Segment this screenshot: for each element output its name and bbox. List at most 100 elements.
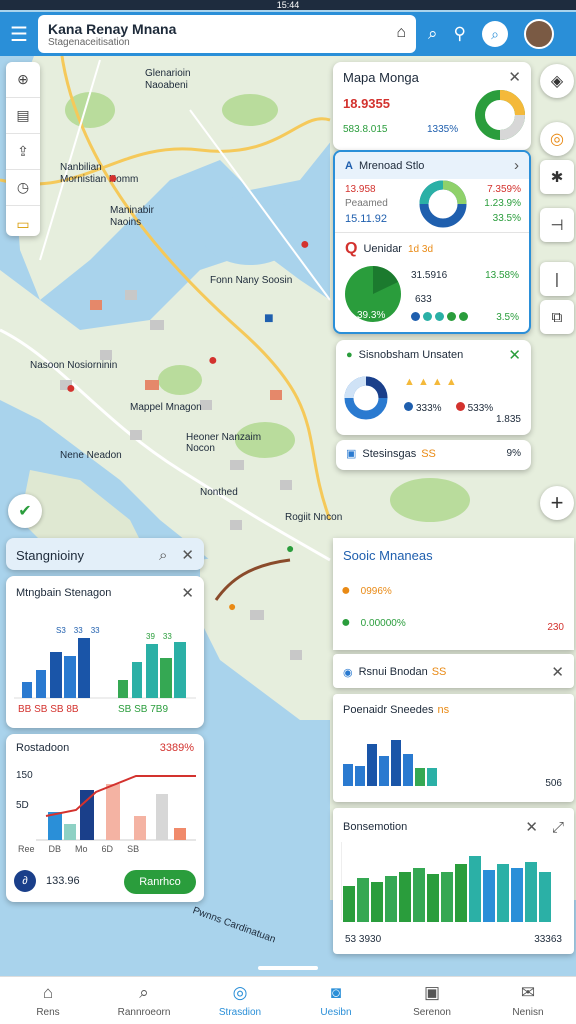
close-icon[interactable]: ✕ xyxy=(551,663,564,681)
summary-strip[interactable]: ▣ Stesinsgas SS 9% xyxy=(336,440,531,470)
pin-button[interactable]: ✱ xyxy=(540,160,574,194)
map-pin-icon[interactable]: ● xyxy=(300,236,310,254)
ruler-button[interactable]: | xyxy=(540,262,574,296)
bar-chart-card[interactable]: Bonsemotion ✕ ⤢ 53 3930 33363 xyxy=(333,808,574,954)
rating-icons: ▲ ▲ ▲ ▲ xyxy=(404,376,457,388)
chat-icon: ◎ xyxy=(232,983,248,1002)
stat-value: 13.58% xyxy=(485,270,519,281)
bar-chart xyxy=(343,740,437,786)
y-axis-label: 5D xyxy=(16,800,29,811)
close-icon[interactable]: ✕ xyxy=(525,818,538,836)
map-pin-icon[interactable]: ● xyxy=(228,598,236,614)
status-card[interactable]: ● Sisnobsham Unsaten ✕ ▲ ▲ ▲ ▲ 333% 533% … xyxy=(336,340,531,435)
nav-item-search[interactable]: ⌕ Rannroeorn xyxy=(96,983,192,1018)
info-icon: Q xyxy=(345,240,358,257)
expand-button[interactable]: ⊣ xyxy=(540,208,574,242)
action-button[interactable]: Ranrhco xyxy=(124,870,196,894)
share-icon: ⧉ xyxy=(551,308,563,326)
map-pin-icon[interactable]: ● xyxy=(286,540,294,556)
card-title: Rostadoon xyxy=(16,742,70,754)
amount-value: 133.96 xyxy=(46,875,80,887)
avatar[interactable] xyxy=(523,19,554,49)
nav-item-camera[interactable]: ◙ Uesibn xyxy=(288,983,384,1018)
search-icon[interactable]: ⌕ xyxy=(159,547,167,564)
map-label: Fonn Nany Soosin xyxy=(210,275,293,286)
document-icon[interactable]: ▤ xyxy=(6,98,40,134)
card-title: Uenidar xyxy=(363,243,402,255)
stat-value: 506 xyxy=(545,778,562,789)
bookmark-icon[interactable]: ⌂ xyxy=(396,24,406,42)
card-title: Poenaidr Sneedes xyxy=(343,704,434,716)
ticket-icon[interactable]: ▭ xyxy=(6,206,40,236)
bar-label: S3 xyxy=(56,626,66,635)
progress-dots xyxy=(411,312,471,321)
panel-title: Stangnioiny xyxy=(16,547,84,563)
search-icon[interactable]: ⌕ xyxy=(428,24,438,44)
bottom-nav: ⌂ Rens ⌕ Rannroeorn ◎ Strasdion ◙ Uesibn ▣ Se… xyxy=(0,976,576,1024)
combo-chart-card[interactable]: Rostadoon 3389% 150 5D Ree DB Mo 6D SB ∂… xyxy=(6,734,204,902)
share-button[interactable]: ⧉ xyxy=(540,300,574,334)
metrics-card[interactable]: A Mrenoad Stlo › 13.958 Peaamed 15.11.92 … xyxy=(333,150,531,334)
check-icon: ✔ xyxy=(18,503,32,520)
expand-icon: ⊣ xyxy=(550,217,564,234)
map-pin-icon[interactable]: ● xyxy=(108,170,118,188)
plus-icon: + xyxy=(550,490,564,515)
stat-value: 7.359% xyxy=(487,184,521,195)
close-icon[interactable]: ✕ xyxy=(508,346,521,364)
zoom-in-button[interactable]: + xyxy=(540,486,574,520)
bar-label: 33 xyxy=(162,632,172,641)
left-toolbar: ⊕ ▤ ⇪ ◷ ▭ xyxy=(6,62,40,236)
nav-item-mail[interactable]: ✉ Nenisn xyxy=(480,983,576,1018)
compass-icon[interactable]: ⊕ xyxy=(6,62,40,98)
summary-card[interactable]: Mapa Monga ✕ 18.9355 583.8.015 1335% xyxy=(333,62,531,150)
map-label: Nene Neadon xyxy=(60,450,122,461)
header-search-card[interactable]: Kana Renay Mnana Stagenaceitisation ⌂ xyxy=(38,15,416,53)
filter-icon[interactable]: ⚲ xyxy=(454,24,466,44)
combo-chart xyxy=(36,775,196,841)
map-label: Nasoon Nosiorninin xyxy=(30,360,118,371)
stat-value: 1.835 xyxy=(495,414,521,425)
status-badge: 1d 3d xyxy=(407,243,434,255)
bar-chart-card[interactable]: Mtngbain Stenagon ✕ S3 33 33 39 33 BB SB… xyxy=(6,576,204,728)
layers-button[interactable]: ◎ xyxy=(540,122,574,156)
map-label: Nonthed xyxy=(200,487,238,498)
nav-item-chat[interactable]: ◎ Strasdion xyxy=(192,983,288,1018)
navigate-button[interactable]: ◈ xyxy=(540,64,574,98)
chevron-right-icon[interactable]: › xyxy=(514,157,519,174)
map-pin-icon[interactable]: ● xyxy=(66,380,76,398)
stat-value: 13.958 xyxy=(345,184,376,195)
ruler-icon: | xyxy=(555,270,559,288)
stat-value: 3389% xyxy=(159,742,194,754)
confirm-button[interactable]: ✔ xyxy=(8,494,42,528)
x-axis-label: 6D xyxy=(101,844,114,854)
status-badge: ns xyxy=(437,704,450,716)
close-icon[interactable]: ✕ xyxy=(181,546,194,564)
map-pin-icon[interactable]: ■ xyxy=(264,310,274,328)
close-icon[interactable]: ✕ xyxy=(181,584,194,602)
layers-icon: ◎ xyxy=(550,131,564,148)
calendar-icon: ▣ xyxy=(346,448,357,460)
image-icon: ▣ xyxy=(423,983,441,1002)
nav-item-home[interactable]: ⌂ Rens xyxy=(0,983,96,1018)
list-strip[interactable]: ◉ Rsnui Bnodan SS ✕ xyxy=(333,654,574,688)
home-indicator xyxy=(258,966,318,970)
app-subtitle: Stagenaceitisation xyxy=(48,37,130,48)
expand-icon[interactable]: ⤢ xyxy=(552,819,564,836)
upload-icon[interactable]: ⇪ xyxy=(6,134,40,170)
menu-button[interactable]: ☰ xyxy=(0,12,38,56)
navigate-icon: ◈ xyxy=(550,73,564,90)
bar-chart-card[interactable]: Poenaidr Sneedes ns 506 xyxy=(333,694,574,802)
left-panel-header[interactable]: Stangnioiny ⌕ ✕ xyxy=(6,538,204,570)
chart-footer: 33363 xyxy=(534,934,562,945)
status-bar: 15:44 xyxy=(0,0,576,10)
clock-icon[interactable]: ◷ xyxy=(6,170,40,206)
donut-chart xyxy=(344,376,388,420)
card-title: Rsnui Bnodan xyxy=(358,666,428,678)
map-pin-icon[interactable]: ● xyxy=(208,352,218,370)
map-label: Glenarioin Naoabeni xyxy=(145,68,191,91)
status-badge: SS xyxy=(421,447,436,460)
card-title: Stesinsgas xyxy=(362,447,417,460)
nav-item-gallery[interactable]: ▣ Serenon xyxy=(384,983,480,1018)
close-icon[interactable]: ✕ xyxy=(508,68,521,86)
location-search-button[interactable]: ⌕ xyxy=(481,21,508,47)
